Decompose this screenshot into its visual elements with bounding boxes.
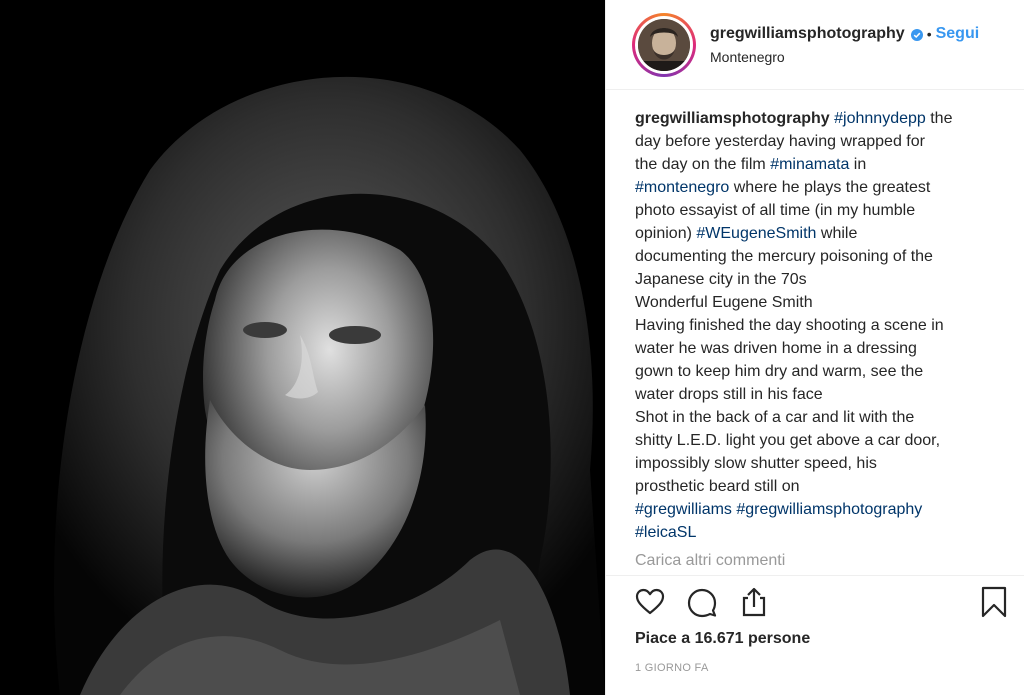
comment-button[interactable] — [686, 586, 720, 620]
likes-count[interactable]: Piace a 16.671 persone — [635, 630, 810, 648]
caption-text: shitty L.E.D. light you get above a car … — [635, 432, 941, 449]
avatar[interactable] — [638, 18, 690, 71]
caption-line: documenting the mercury poisoning of the — [635, 245, 1005, 268]
hashtag-link[interactable]: #WEugeneSmith — [696, 225, 816, 242]
share-icon — [742, 587, 766, 617]
hashtag-link[interactable]: #johnnydepp — [834, 110, 926, 127]
verified-icon — [910, 28, 923, 41]
caption-line: impossibly slow shutter speed, his — [635, 452, 1005, 475]
bookmark-icon — [981, 586, 1007, 618]
comment-icon — [687, 588, 717, 618]
caption-text: opinion) — [635, 225, 697, 242]
separator-dot: • — [926, 25, 932, 42]
caption-line: shitty L.E.D. light you get above a car … — [635, 429, 1005, 452]
action-icons — [634, 586, 1007, 620]
hashtag-link[interactable]: #gregwilliamsphotography — [736, 501, 922, 518]
caption-text: photo essayist of all time (in my humble — [635, 202, 916, 219]
avatar-frame — [635, 15, 693, 74]
caption-text: while — [816, 225, 858, 242]
caption-text: where he plays the greatest — [729, 179, 931, 196]
hashtag-link[interactable]: #gregwilliams — [635, 501, 732, 518]
hashtag-link[interactable]: #montenegro — [635, 179, 729, 196]
caption-text: documenting the mercury poisoning of the — [635, 248, 933, 265]
caption-line: water he was driven home in a dressing — [635, 337, 1005, 360]
caption-text: the — [925, 110, 953, 127]
caption-line: prosthetic beard still on — [635, 475, 1005, 498]
caption-text: water he was driven home in a dressing — [635, 340, 917, 357]
caption-line: the day on the film #minamata in — [635, 153, 1005, 176]
post-actions: Piace a 16.671 persone 1 GIORNO FA — [606, 575, 1024, 695]
user-row: gregwilliamsphotography • Segui — [710, 25, 979, 43]
caption-line: gown to keep him dry and warm, see the — [635, 360, 1005, 383]
location-link[interactable]: Montenegro — [710, 49, 979, 65]
caption-text: Having finished the day shooting a scene… — [635, 317, 944, 334]
caption-line: #leicaSL — [635, 521, 1005, 544]
caption-text: in — [849, 156, 867, 173]
username-link[interactable]: gregwilliamsphotography — [710, 25, 905, 43]
caption-line: Wonderful Eugene Smith — [635, 291, 1005, 314]
caption-line: #montenegro where he plays the greatest — [635, 176, 1005, 199]
caption-text: impossibly slow shutter speed, his — [635, 455, 877, 472]
post-timestamp[interactable]: 1 GIORNO FA — [635, 662, 709, 674]
caption-line: photo essayist of all time (in my humble — [635, 199, 1005, 222]
caption-text: prosthetic beard still on — [635, 478, 800, 495]
caption-line: Shot in the back of a car and lit with t… — [635, 406, 1005, 429]
save-button[interactable] — [978, 586, 1012, 620]
hashtag-link[interactable]: #minamata — [770, 156, 849, 173]
caption-text: Japanese city in the 70s — [635, 271, 807, 288]
avatar-image — [638, 18, 690, 71]
heart-icon — [635, 588, 665, 615]
caption-username-link[interactable]: gregwilliamsphotography — [635, 110, 830, 127]
caption-line: opinion) #WEugeneSmith while — [635, 222, 1005, 245]
load-more-comments-button[interactable]: Carica altri commenti — [635, 552, 785, 570]
share-button[interactable] — [738, 586, 772, 620]
follow-button[interactable]: Segui — [936, 25, 980, 43]
caption-text: Wonderful Eugene Smith — [635, 294, 813, 311]
header-text: gregwilliamsphotography • Segui Monteneg… — [710, 25, 979, 65]
caption-line: day before yesterday having wrapped for — [635, 130, 1005, 153]
caption-line: water drops still in his face — [635, 383, 1005, 406]
post-caption: gregwilliamsphotography #johnnydepp the … — [635, 107, 1005, 544]
post-side-panel: gregwilliamsphotography • Segui Monteneg… — [605, 0, 1024, 695]
post-dialog: gregwilliamsphotography • Segui Monteneg… — [0, 0, 1024, 695]
caption-text: water drops still in his face — [635, 386, 823, 403]
caption-line: #gregwilliams #gregwilliamsphotography — [635, 498, 1005, 521]
caption-text: gown to keep him dry and warm, see the — [635, 363, 924, 380]
story-ring[interactable] — [632, 12, 696, 77]
caption-line-1: gregwilliamsphotography #johnnydepp the — [635, 107, 1005, 130]
portrait-image — [0, 0, 605, 695]
post-header: gregwilliamsphotography • Segui Monteneg… — [606, 0, 1024, 90]
verified-badge-icon — [910, 28, 923, 41]
caption-text: Shot in the back of a car and lit with t… — [635, 409, 915, 426]
caption-text: day before yesterday having wrapped for — [635, 133, 925, 150]
like-button[interactable] — [634, 586, 668, 620]
caption-text: the day on the film — [635, 156, 771, 173]
post-photo[interactable] — [0, 0, 605, 695]
caption-line: Having finished the day shooting a scene… — [635, 314, 1005, 337]
caption-line: Japanese city in the 70s — [635, 268, 1005, 291]
hashtag-link[interactable]: #leicaSL — [635, 524, 696, 541]
